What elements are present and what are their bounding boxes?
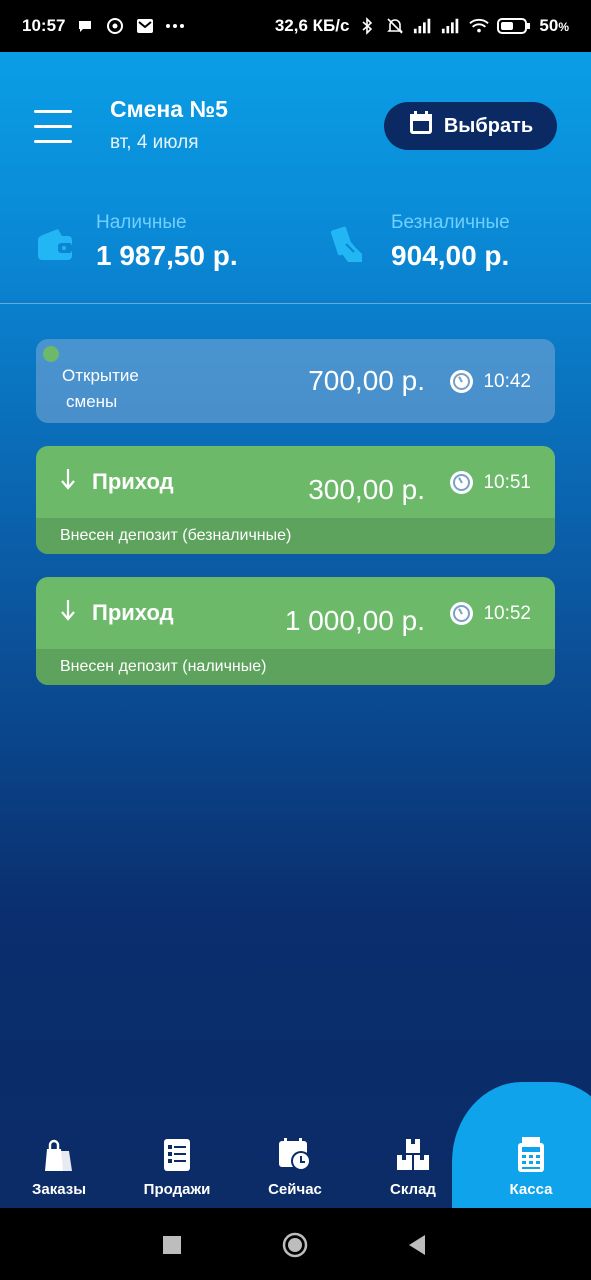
arrow-down-icon xyxy=(60,599,76,627)
clock-icon xyxy=(450,370,474,393)
status-dot xyxy=(43,346,59,362)
battery-icon xyxy=(497,16,531,36)
nav-item-now[interactable]: Сейчас xyxy=(236,1107,354,1198)
calendar-clock-icon xyxy=(277,1137,313,1173)
nav-label: Касса xyxy=(509,1181,553,1198)
operation-note: Внесен депозит (наличные) xyxy=(36,649,555,685)
battery-level: 50% xyxy=(539,16,569,35)
clock-icon xyxy=(450,602,474,625)
operation-time: 10:52 xyxy=(450,602,531,625)
nav-label: Склад xyxy=(390,1181,436,1198)
calculator-icon xyxy=(513,1137,549,1173)
nav-label: Продажи xyxy=(143,1181,211,1198)
chat-icon xyxy=(75,16,95,36)
more-icon xyxy=(165,16,185,36)
wallet-icon xyxy=(36,226,74,269)
balances: Наличные 1 987,50 р. Безналичные 904,00 … xyxy=(0,212,591,302)
nav-item-sales[interactable]: Продажи xyxy=(118,1107,236,1198)
select-shift-button[interactable]: Выбрать xyxy=(384,102,557,150)
mute-icon xyxy=(385,16,405,36)
operation-time: 10:42 xyxy=(450,370,531,393)
status-time: 10:57 xyxy=(22,16,66,35)
music-icon xyxy=(105,16,125,36)
operation-card-income[interactable]: Приход 300,00 р. 10:51 Внесен депозит (б… xyxy=(36,446,555,554)
operation-amount: 700,00 р. xyxy=(308,365,425,396)
cashless-balance: Безналичные 904,00 р. xyxy=(391,212,510,272)
header: Смена №5 вт, 4 июля Выбрать xyxy=(0,52,591,202)
divider xyxy=(0,303,591,304)
operation-time: 10:51 xyxy=(450,471,531,494)
arrow-down-icon xyxy=(60,468,76,496)
cashless-value: 904,00 р. xyxy=(391,240,510,271)
select-shift-label: Выбрать xyxy=(443,114,534,137)
signal-icon xyxy=(413,16,433,36)
bluetooth-icon xyxy=(357,16,377,36)
nav-item-cashbox[interactable]: Касса xyxy=(472,1107,590,1198)
shift-title: Смена №5 xyxy=(110,96,228,122)
receipt-icon xyxy=(159,1137,195,1173)
status-bar: 10:57 32,6 КБ/с 50% xyxy=(0,0,591,52)
card-payment-icon xyxy=(330,226,370,271)
operation-card-income[interactable]: Приход 1 000,00 р. 10:52 Внесен депозит … xyxy=(36,577,555,685)
cash-value: 1 987,50 р. xyxy=(96,240,238,271)
bottom-nav: Заказы Продажи Сейчас Склад Касса xyxy=(0,1082,591,1208)
nav-item-orders[interactable]: Заказы xyxy=(0,1107,118,1198)
calendar-icon xyxy=(408,110,434,142)
mail-icon xyxy=(135,16,155,36)
nav-label: Заказы xyxy=(31,1181,87,1198)
boxes-icon xyxy=(395,1137,431,1173)
operation-amount: 300,00 р. xyxy=(308,474,425,505)
back-button[interactable] xyxy=(407,1234,427,1261)
home-button[interactable] xyxy=(282,1232,308,1263)
menu-button[interactable] xyxy=(34,108,72,146)
signal-icon-2 xyxy=(441,16,461,36)
operation-note: Внесен депозит (безналичные) xyxy=(36,518,555,554)
operation-title: Приход xyxy=(60,468,174,496)
shift-date: вт, 4 июля xyxy=(110,132,199,153)
operation-label: Открытие смены xyxy=(62,366,139,411)
network-speed: 32,6 КБ/с xyxy=(274,16,350,35)
recent-apps-button[interactable] xyxy=(163,1236,181,1259)
cashless-label: Безналичные xyxy=(391,212,510,233)
operation-amount: 1 000,00 р. xyxy=(284,605,425,636)
operation-card-open[interactable]: Открытие смены 700,00 р. 10:42 xyxy=(36,339,555,423)
app-screen: Смена №5 вт, 4 июля Выбрать Наличные 1 9… xyxy=(0,52,591,1208)
cash-balance: Наличные 1 987,50 р. xyxy=(96,212,238,272)
system-navigation-bar xyxy=(0,1208,591,1280)
nav-item-warehouse[interactable]: Склад xyxy=(354,1107,472,1198)
clock-icon xyxy=(450,471,474,494)
shopping-bag-icon xyxy=(41,1137,77,1173)
nav-label: Сейчас xyxy=(268,1181,322,1198)
wifi-icon xyxy=(469,16,490,36)
cash-label: Наличные xyxy=(96,212,187,233)
operation-title: Приход xyxy=(60,599,174,627)
